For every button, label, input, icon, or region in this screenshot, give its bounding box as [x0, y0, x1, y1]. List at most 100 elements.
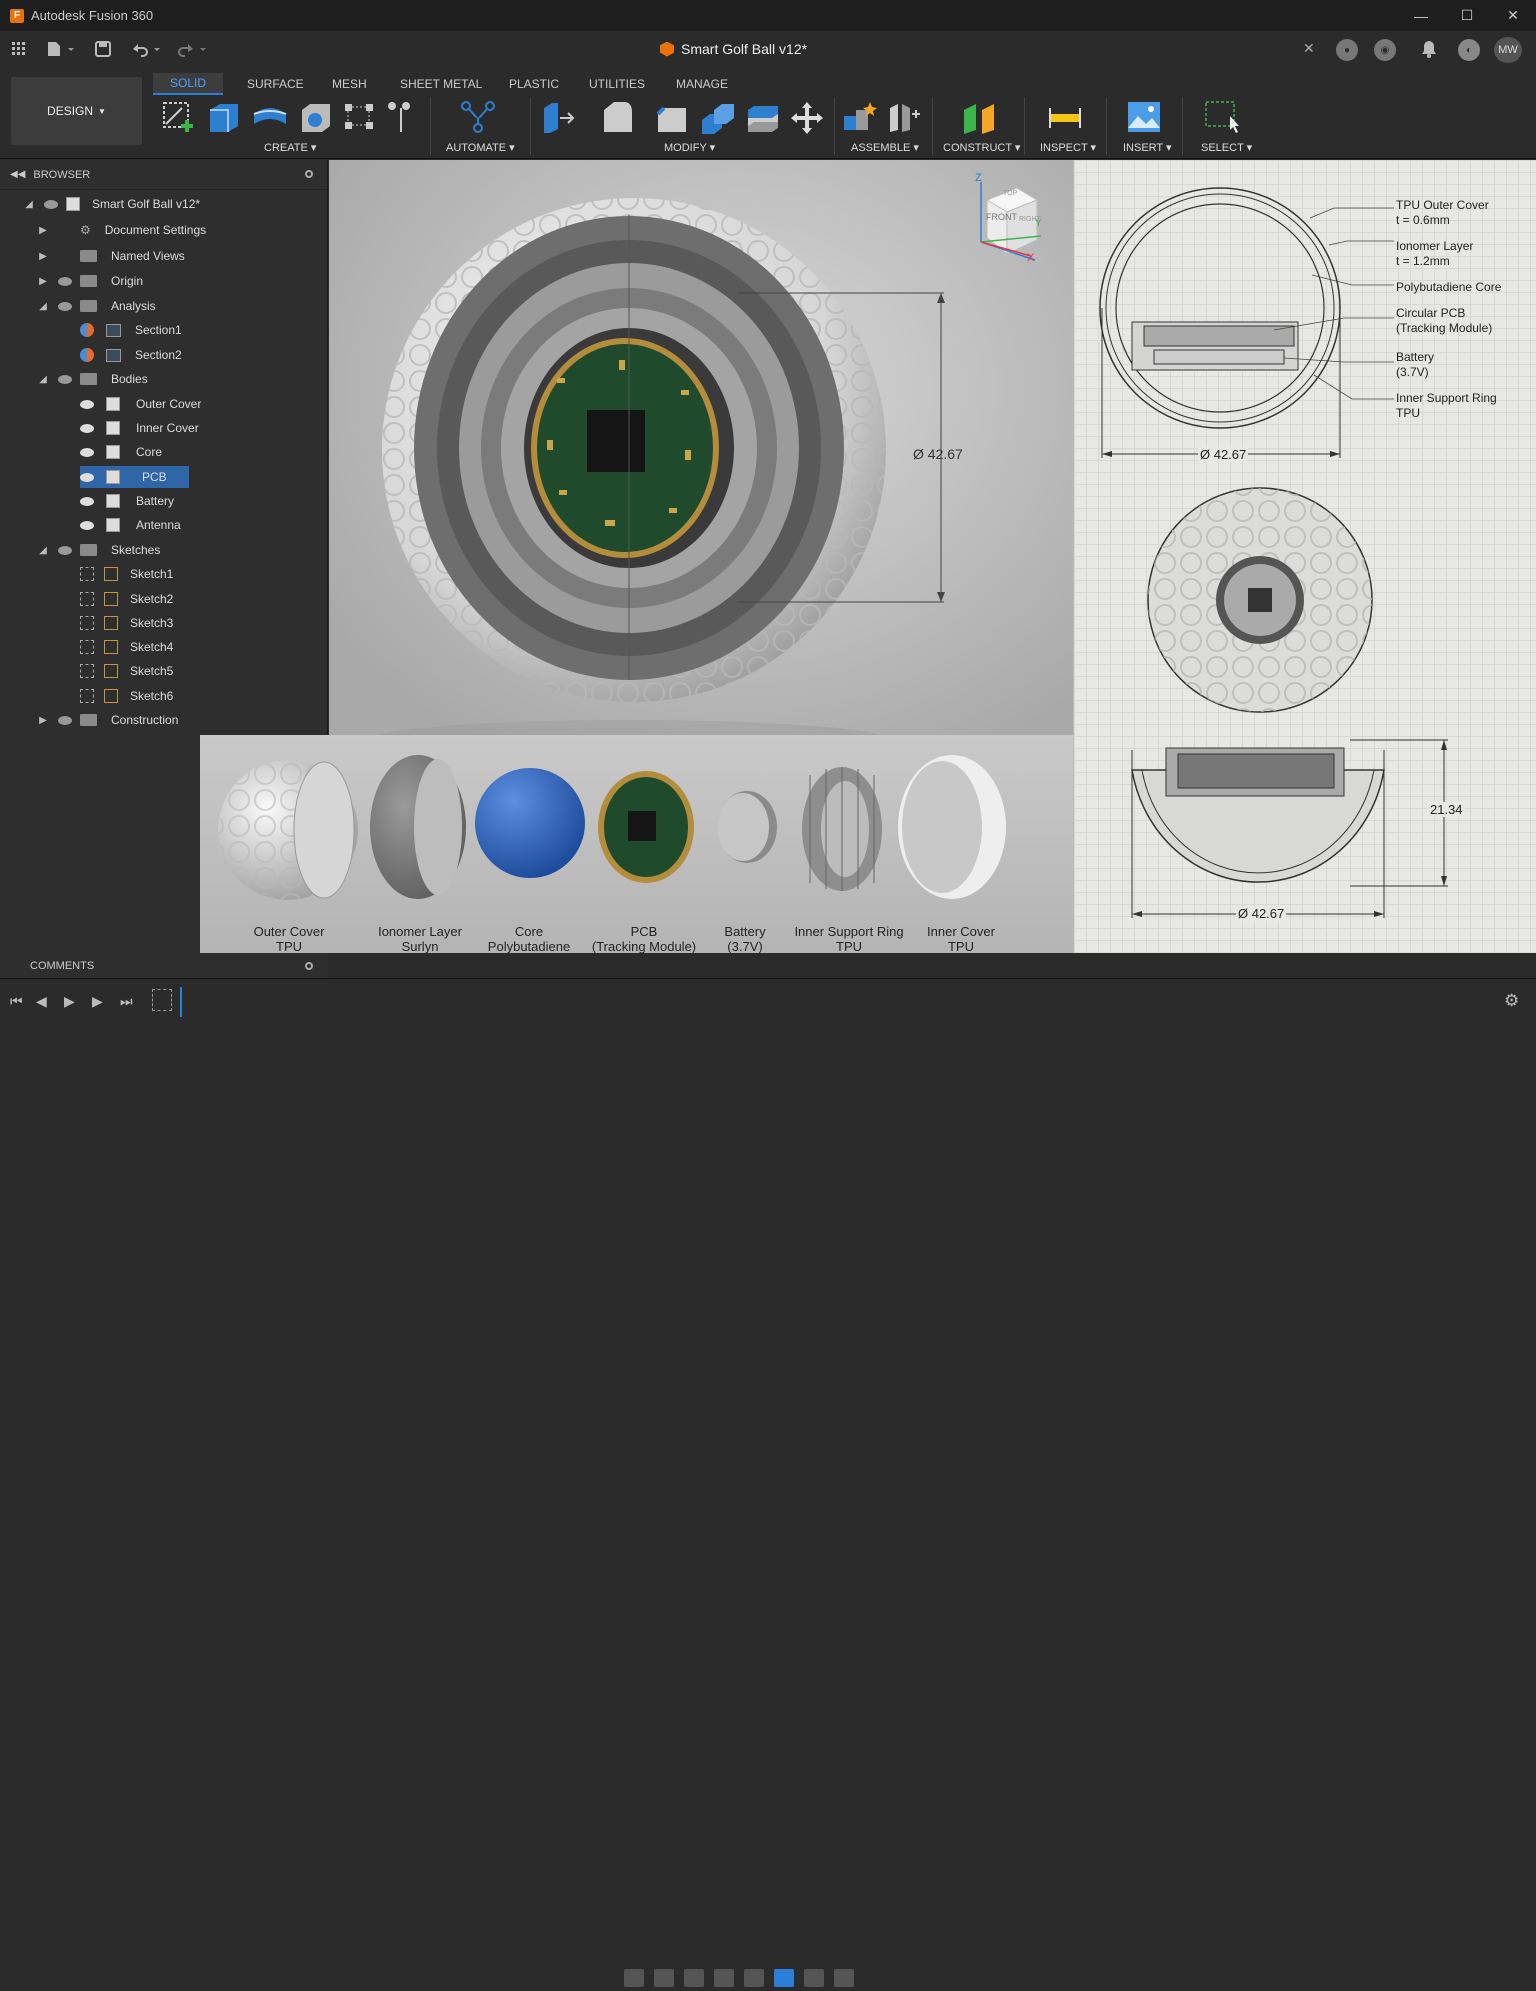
- group-inspect-label[interactable]: INSPECT ▾: [1040, 141, 1096, 154]
- tab-manage[interactable]: MANAGE: [659, 73, 745, 95]
- viewcube-top-label[interactable]: TOP: [1003, 190, 1017, 197]
- offset-plane-icon[interactable]: [962, 100, 998, 134]
- visibility-eye-icon[interactable]: [58, 374, 72, 384]
- visibility-eye-icon[interactable]: [58, 301, 72, 311]
- viewcube[interactable]: Z X Y FRONT TOP RIGHT: [969, 170, 1049, 270]
- play-icon[interactable]: ▶: [64, 993, 75, 1010]
- visibility-toggle-icon[interactable]: [80, 616, 94, 630]
- orbit-icon[interactable]: [624, 1969, 644, 1987]
- timeline-marker[interactable]: [180, 987, 188, 1017]
- expand-triangle-icon[interactable]: ◢: [22, 199, 36, 210]
- browser-node-document-settings[interactable]: ▶ ⚙ Document Settings: [36, 219, 206, 241]
- expand-triangle-icon[interactable]: ◢: [36, 301, 50, 312]
- visibility-eye-icon[interactable]: [58, 715, 72, 725]
- drawing-sheet[interactable]: TPU Outer Cover t = 0.6mm Ionomer Layer t …: [1073, 160, 1536, 953]
- visibility-eye-icon[interactable]: [80, 472, 94, 482]
- comments-pin-icon[interactable]: [305, 961, 313, 970]
- maximize-icon[interactable]: ☐: [1444, 0, 1490, 31]
- user-avatar[interactable]: MW: [1494, 37, 1522, 63]
- visibility-toggle-icon[interactable]: [80, 592, 94, 606]
- pin-icon[interactable]: [305, 170, 313, 178]
- go-to-start-icon[interactable]: ⏮: [10, 993, 23, 1010]
- visibility-eye-icon[interactable]: [80, 423, 94, 433]
- timeline-settings-gear-icon[interactable]: ⚙: [1504, 991, 1519, 1011]
- tab-plastic[interactable]: PLASTIC: [492, 73, 576, 95]
- window-select-icon[interactable]: [1204, 100, 1240, 134]
- visibility-toggle-icon[interactable]: [80, 567, 94, 581]
- browser-node-sketch2[interactable]: Sketch2: [80, 588, 173, 610]
- browser-node-analysis[interactable]: ◢ Analysis: [36, 295, 156, 317]
- expand-triangle-icon[interactable]: ▶: [36, 225, 50, 236]
- tab-utilities[interactable]: UTILITIES: [572, 73, 662, 95]
- expand-triangle-icon[interactable]: ◢: [36, 374, 50, 385]
- viewport-3d[interactable]: Ø 42.67 Z X Y FRONT TOP RIGHT: [329, 160, 1073, 760]
- tab-mesh[interactable]: MESH: [315, 73, 384, 95]
- visibility-eye-icon[interactable]: [80, 496, 94, 506]
- browser-node-sketches[interactable]: ◢ Sketches: [36, 539, 160, 561]
- browser-node-pcb[interactable]: PCB: [80, 466, 189, 488]
- expand-triangle-icon[interactable]: ▶: [36, 251, 50, 262]
- go-to-end-icon[interactable]: ⏭: [120, 993, 133, 1010]
- collapse-panel-icon[interactable]: ◀◀: [10, 169, 25, 180]
- extensions-icon[interactable]: ●: [1336, 39, 1358, 61]
- visibility-eye-icon[interactable]: [44, 199, 58, 209]
- browser-node-section2[interactable]: Section2: [80, 344, 182, 366]
- browser-node-construction[interactable]: ▶ Construction: [36, 709, 178, 731]
- browser-node-sketch5[interactable]: Sketch5: [80, 660, 173, 682]
- fillet-icon[interactable]: [600, 100, 636, 134]
- chamfer-icon[interactable]: [654, 100, 690, 134]
- measure-icon[interactable]: [1048, 100, 1084, 134]
- visibility-eye-icon[interactable]: [80, 520, 94, 530]
- workspace-switcher[interactable]: DESIGN ▼: [11, 77, 142, 145]
- expand-triangle-icon[interactable]: ▶: [36, 715, 50, 726]
- visibility-eye-icon[interactable]: [58, 545, 72, 555]
- rectangular-pattern-icon[interactable]: [342, 100, 378, 134]
- tab-solid[interactable]: SOLID: [153, 73, 224, 95]
- browser-node-inner-cover[interactable]: Inner Cover: [80, 417, 199, 439]
- visibility-toggle-icon[interactable]: [80, 640, 94, 654]
- group-modify-label[interactable]: MODIFY ▾: [664, 141, 715, 154]
- move-copy-icon[interactable]: [790, 100, 826, 134]
- combine-icon[interactable]: [746, 100, 782, 134]
- shell-icon[interactable]: [700, 100, 736, 134]
- hole-icon[interactable]: [298, 100, 334, 134]
- expand-triangle-icon[interactable]: ◢: [36, 545, 50, 556]
- browser-node-section1[interactable]: Section1: [80, 319, 182, 341]
- zoom-icon[interactable]: [714, 1969, 734, 1987]
- group-construct-label[interactable]: CONSTRUCT ▾: [943, 141, 1020, 154]
- visibility-toggle-icon[interactable]: [80, 664, 94, 678]
- job-status-icon[interactable]: ◉: [1374, 39, 1396, 61]
- redo-icon[interactable]: [174, 37, 208, 61]
- insert-canvas-icon[interactable]: [1126, 100, 1162, 134]
- joint-icon[interactable]: [886, 100, 922, 134]
- expand-triangle-icon[interactable]: ▶: [36, 276, 50, 287]
- browser-root-node[interactable]: ◢ Smart Golf Ball v12*: [22, 193, 200, 215]
- browser-node-sketch6[interactable]: Sketch6: [80, 685, 173, 707]
- help-globe-icon[interactable]: ◐: [1458, 39, 1480, 61]
- browser-node-core[interactable]: Core: [80, 441, 162, 463]
- viewcube-right-label[interactable]: RIGHT: [1019, 216, 1041, 223]
- timeline-sketch-feature[interactable]: [152, 989, 172, 1011]
- data-panel-grid-icon[interactable]: [10, 37, 28, 61]
- browser-node-outer-cover[interactable]: Outer Cover: [80, 393, 201, 415]
- mirror-icon[interactable]: [384, 100, 420, 134]
- look-at-icon[interactable]: [654, 1969, 674, 1987]
- group-insert-label[interactable]: INSERT ▾: [1123, 141, 1172, 154]
- browser-node-battery[interactable]: Battery: [80, 490, 174, 512]
- browser-node-antenna[interactable]: Antenna: [80, 514, 181, 536]
- group-assemble-label[interactable]: ASSEMBLE ▾: [851, 141, 919, 154]
- minimize-icon[interactable]: —: [1398, 0, 1444, 31]
- visibility-eye-icon[interactable]: [58, 276, 72, 286]
- revolve-icon[interactable]: [252, 100, 288, 134]
- group-automate-label[interactable]: AUTOMATE ▾: [446, 141, 515, 154]
- browser-node-sketch3[interactable]: Sketch3: [80, 612, 173, 634]
- step-back-icon[interactable]: ◀: [36, 993, 47, 1010]
- press-pull-icon[interactable]: [542, 100, 578, 134]
- automate-icon[interactable]: [460, 100, 496, 134]
- new-component-icon[interactable]: [842, 100, 878, 134]
- close-window-icon[interactable]: ✕: [1490, 0, 1536, 31]
- browser-node-origin[interactable]: ▶ Origin: [36, 270, 143, 292]
- file-menu-icon[interactable]: [44, 37, 78, 61]
- visibility-toggle-icon[interactable]: [80, 689, 94, 703]
- notifications-bell-icon[interactable]: [1420, 39, 1438, 64]
